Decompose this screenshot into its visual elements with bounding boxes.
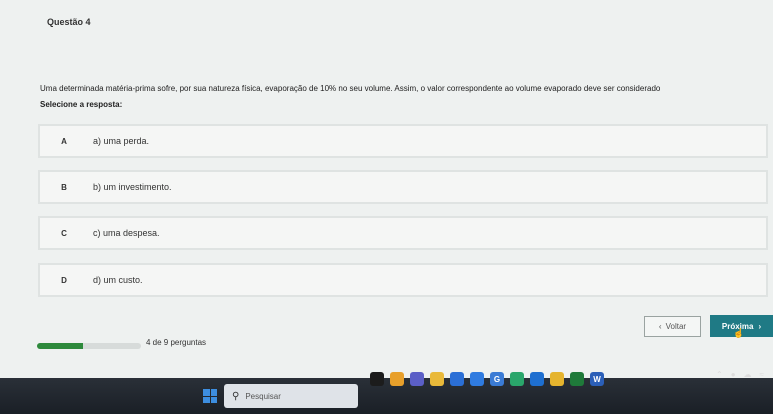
option-text: c) uma despesa. — [93, 228, 160, 238]
option-b[interactable]: B b) um investimento. — [38, 170, 768, 204]
option-text: a) uma perda. — [93, 136, 150, 146]
search-placeholder: Pesquisar — [245, 391, 281, 401]
taskbar-apps: GW — [370, 372, 604, 386]
progress-text: 4 de 9 perguntas — [146, 338, 207, 347]
question-title: Questão 4 — [47, 17, 91, 27]
select-answer-label: Selecione a resposta: — [40, 100, 123, 109]
option-text: d) um custo. — [93, 275, 143, 285]
chrome-canary-icon[interactable] — [550, 372, 564, 386]
quiz-page: Questão 4 Uma determinada matéria-prima … — [0, 0, 773, 378]
word-icon[interactable]: W — [590, 372, 604, 386]
mouse-cursor-icon: ☝ — [733, 328, 745, 338]
back-button[interactable]: ‹ Voltar — [644, 316, 701, 337]
chrome-icon[interactable] — [470, 372, 484, 386]
option-a[interactable]: A a) uma perda. — [38, 124, 768, 158]
chevron-left-icon: ‹ — [658, 322, 662, 331]
option-letter: A — [61, 136, 67, 146]
store-icon[interactable] — [450, 372, 464, 386]
taskbar-search-input[interactable]: ⚲ Pesquisar — [224, 384, 358, 408]
widget-icon[interactable] — [390, 372, 404, 386]
task-view-icon[interactable] — [370, 372, 384, 386]
edge-beta-icon[interactable] — [530, 372, 544, 386]
wifi-icon[interactable]: ≈ — [760, 370, 764, 379]
windows-start-icon[interactable] — [203, 389, 217, 403]
google-icon[interactable]: G — [490, 372, 504, 386]
option-letter: B — [61, 182, 67, 192]
search-icon: ⚲ — [232, 390, 240, 402]
progress-fill — [37, 343, 84, 349]
chevron-right-icon: › — [758, 321, 762, 331]
option-text: b) um investimento. — [93, 182, 172, 192]
system-tray: ⌃ ● ☁ ≈ — [716, 370, 764, 379]
edge-icon[interactable] — [510, 372, 524, 386]
option-letter: D — [61, 275, 67, 285]
option-d[interactable]: D d) um custo. — [38, 263, 768, 297]
app-tray-icon[interactable]: ● — [731, 370, 736, 379]
progress-bar — [37, 343, 141, 349]
back-button-label: Voltar — [665, 322, 687, 331]
excel-icon[interactable] — [570, 372, 584, 386]
option-c[interactable]: C c) uma despesa. — [38, 216, 768, 250]
cloud-icon[interactable]: ☁ — [744, 370, 752, 379]
option-letter: C — [61, 228, 67, 238]
file-explorer-icon[interactable] — [430, 372, 444, 386]
question-prompt: Uma determinada matéria-prima sofre, por… — [40, 84, 661, 93]
teams-icon[interactable] — [410, 372, 424, 386]
chevron-up-icon[interactable]: ⌃ — [716, 370, 723, 379]
